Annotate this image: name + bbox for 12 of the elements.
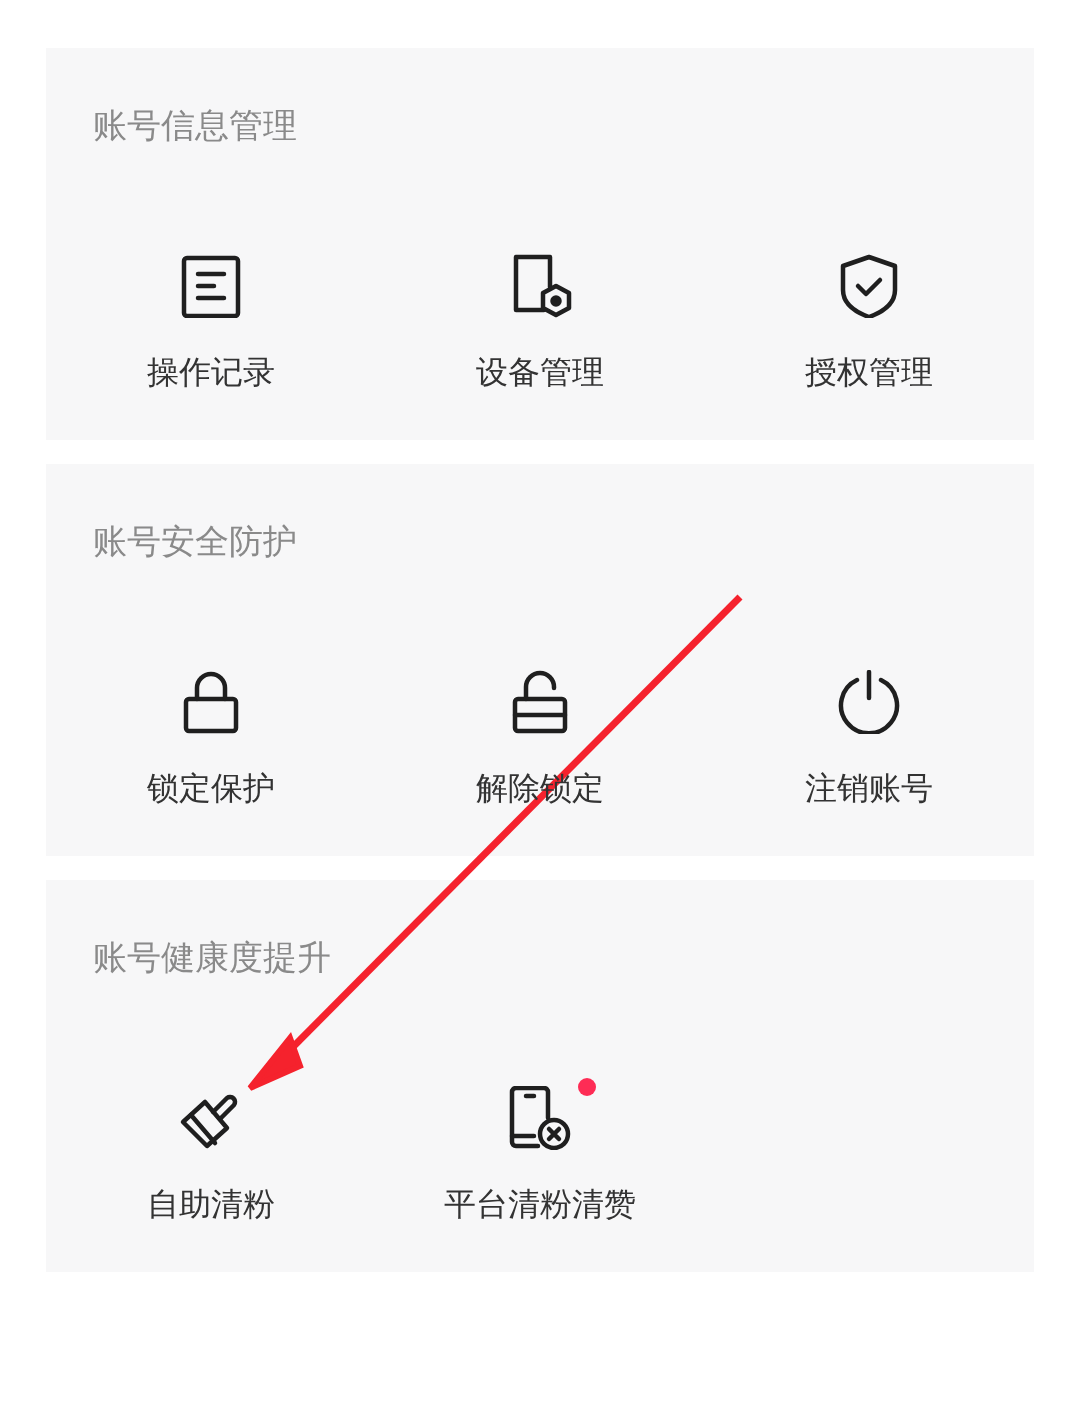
section-title: 账号安全防护 [93,520,297,562]
section-title: 账号健康度提升 [93,936,331,978]
phone-x-icon [507,1086,572,1150]
menu-item[interactable]: 注销账号 [704,658,1033,808]
menu-item[interactable]: 授权管理 [704,242,1033,392]
menu-item[interactable]: 设备管理 [375,242,704,392]
power-icon [836,670,901,734]
menu-item[interactable]: 自助清粉 [46,1074,375,1224]
menu-item[interactable]: 操作记录 [46,242,375,392]
menu-item[interactable]: 锁定保护 [46,658,375,808]
section-title: 账号信息管理 [93,104,297,146]
menu-item[interactable]: 平台清粉清赞 [375,1074,704,1224]
